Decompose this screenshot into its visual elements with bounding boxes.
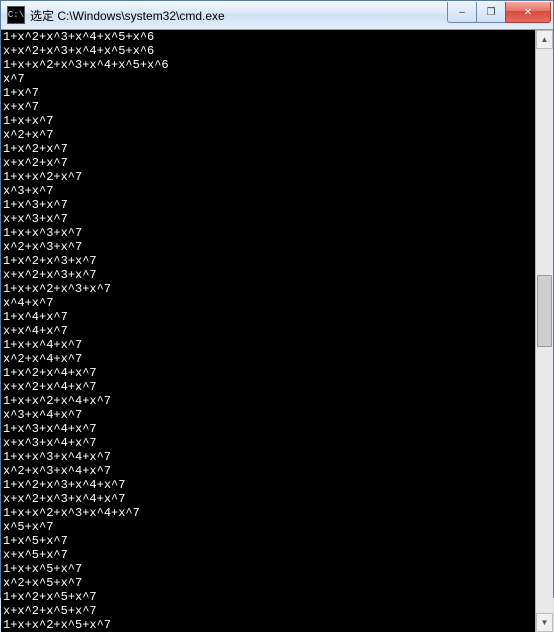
minimize-icon: – bbox=[459, 7, 465, 18]
maximize-icon: ❐ bbox=[487, 7, 496, 18]
close-button[interactable]: ✕ bbox=[505, 2, 551, 23]
client-area: 1+x^2+x^3+x^4+x^5+x^6 x+x^2+x^3+x^4+x^5+… bbox=[1, 30, 553, 632]
maximize-button[interactable]: ❐ bbox=[476, 2, 506, 23]
console-output[interactable]: 1+x^2+x^3+x^4+x^5+x^6 x+x^2+x^3+x^4+x^5+… bbox=[1, 30, 535, 632]
window-title: 选定 C:\Windows\system32\cmd.exe bbox=[30, 7, 448, 24]
scroll-down-button[interactable]: ▼ bbox=[536, 613, 553, 632]
vertical-scrollbar[interactable]: ▲ ▼ bbox=[535, 30, 553, 632]
cmd-icon: C:\ bbox=[7, 6, 25, 24]
cmd-window: C:\ 选定 C:\Windows\system32\cmd.exe – ❐ ✕… bbox=[0, 0, 554, 598]
scroll-thumb[interactable] bbox=[537, 275, 552, 347]
chevron-up-icon: ▲ bbox=[541, 35, 549, 44]
titlebar[interactable]: C:\ 选定 C:\Windows\system32\cmd.exe – ❐ ✕ bbox=[1, 1, 553, 30]
chevron-down-icon: ▼ bbox=[541, 618, 549, 627]
scroll-track[interactable] bbox=[536, 49, 553, 613]
window-buttons: – ❐ ✕ bbox=[448, 2, 551, 22]
scroll-up-button[interactable]: ▲ bbox=[536, 30, 553, 49]
minimize-button[interactable]: – bbox=[447, 2, 477, 23]
close-icon: ✕ bbox=[524, 7, 532, 18]
